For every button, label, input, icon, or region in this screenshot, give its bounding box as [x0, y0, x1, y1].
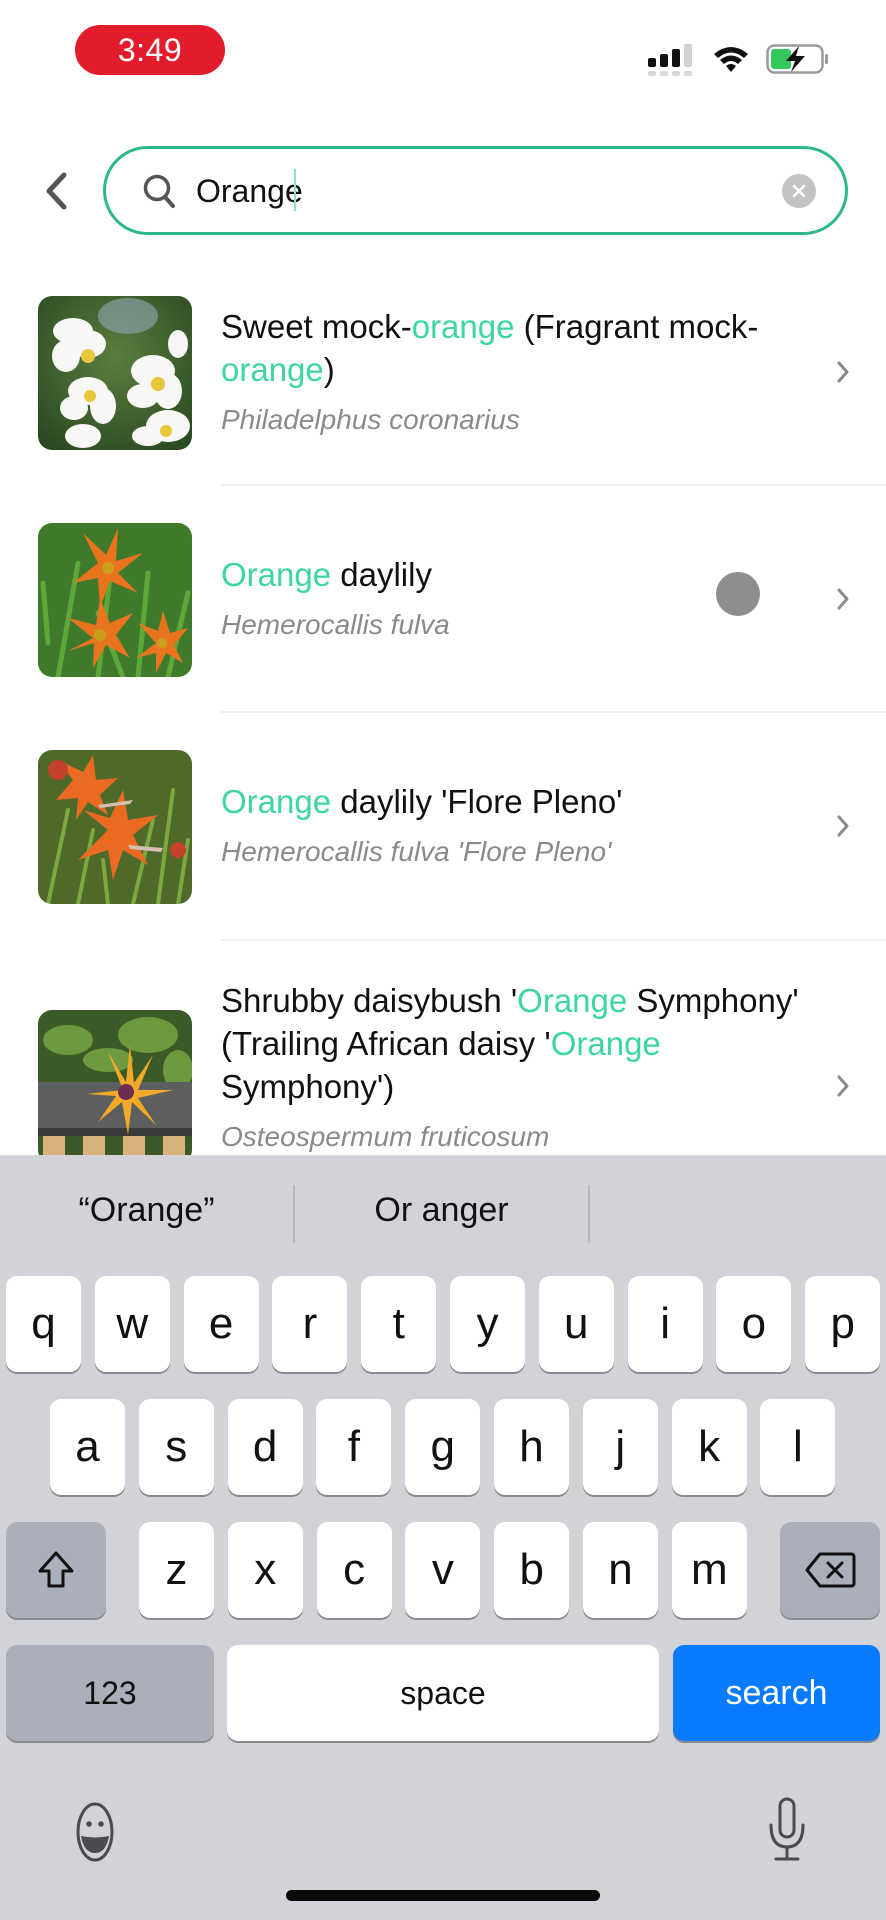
result-texts: Orange daylily 'Flore Pleno' Hemerocalli…: [221, 780, 811, 871]
key-c[interactable]: c: [316, 1522, 392, 1618]
row-divider: [221, 711, 886, 713]
key-w[interactable]: w: [94, 1276, 170, 1372]
common-name: Shrubby daisybush 'Orange Symphony' (Tra…: [221, 979, 811, 1108]
battery-charging-icon: [766, 44, 828, 74]
title-match-highlight: Orange: [221, 783, 332, 820]
chevron-right-icon: [837, 588, 849, 610]
wifi-icon: [714, 47, 748, 72]
microphone-icon[interactable]: [762, 1795, 812, 1867]
keyboard: “Orange” Or anger qwertyuiop asdfghjkl zxc…: [0, 1155, 886, 1920]
title-part: Symphony'): [221, 1068, 395, 1105]
title-part: Sweet mock-: [221, 308, 412, 345]
cellular-signal-icon: [648, 44, 692, 76]
status-time: 3:49: [75, 25, 225, 75]
scientific-name: Philadelphus coronarius: [221, 404, 520, 435]
title-match-highlight: Orange: [517, 982, 628, 1019]
title-part: daylily: [331, 556, 432, 593]
title-part: ): [323, 351, 335, 388]
shift-key[interactable]: [6, 1522, 106, 1618]
result-texts: Sweet mock-orange (Fragrant mock-orange)…: [221, 305, 811, 439]
key-z[interactable]: z: [139, 1522, 214, 1618]
key-o[interactable]: o: [716, 1276, 792, 1372]
suggestion-correction[interactable]: Or anger: [295, 1155, 588, 1265]
plant-thumbnail: [38, 523, 192, 677]
title-part: (Fragrant mock-: [514, 308, 759, 345]
title-match-highlight: Orange: [550, 1025, 661, 1062]
key-b[interactable]: b: [494, 1522, 570, 1618]
key-a[interactable]: a: [50, 1399, 125, 1495]
key-m[interactable]: m: [671, 1522, 747, 1618]
key-q[interactable]: q: [6, 1276, 81, 1372]
common-name: Sweet mock-orange (Fragrant mock-orange): [221, 305, 811, 391]
title-part: Shrubby daisybush ': [221, 982, 518, 1019]
row-divider: [221, 939, 886, 941]
search-input[interactable]: [196, 165, 736, 217]
title-match-highlight: orange: [411, 308, 515, 345]
key-n[interactable]: n: [583, 1522, 658, 1618]
scientific-name: Osteospermum fruticosum: [221, 1121, 550, 1152]
plant-thumbnail: [38, 1010, 192, 1164]
text-caret: [294, 169, 296, 211]
scientific-name: Hemerocallis fulva: [221, 609, 450, 640]
title-match-highlight: Orange: [221, 556, 332, 593]
key-d[interactable]: d: [227, 1399, 303, 1495]
chevron-right-icon: [837, 815, 849, 837]
backspace-icon: [805, 1552, 856, 1588]
home-indicator[interactable]: [286, 1890, 600, 1901]
scientific-name: Hemerocallis fulva 'Flore Pleno': [221, 836, 612, 867]
numbers-key[interactable]: 123: [6, 1645, 214, 1741]
space-key[interactable]: space: [227, 1645, 659, 1741]
key-g[interactable]: g: [405, 1399, 481, 1495]
key-x[interactable]: x: [227, 1522, 303, 1618]
key-t[interactable]: t: [361, 1276, 437, 1372]
key-u[interactable]: u: [538, 1276, 614, 1372]
back-button[interactable]: [36, 166, 76, 216]
key-k[interactable]: k: [671, 1399, 747, 1495]
key-f[interactable]: f: [316, 1399, 392, 1495]
search-icon: [143, 174, 175, 208]
key-y[interactable]: y: [450, 1276, 525, 1372]
suggestion-empty[interactable]: [590, 1155, 886, 1265]
plant-thumbnail: [38, 750, 192, 904]
key-r[interactable]: r: [272, 1276, 348, 1372]
suggestion-literal[interactable]: “Orange”: [0, 1155, 293, 1265]
shift-icon: [38, 1551, 74, 1588]
chevron-right-icon: [837, 361, 849, 383]
search-key[interactable]: search: [673, 1645, 880, 1741]
emoji-icon[interactable]: [62, 1799, 128, 1865]
chevron-left-icon: [46, 172, 67, 210]
title-part: daylily 'Flore Pleno': [331, 783, 623, 820]
key-l[interactable]: l: [760, 1399, 836, 1495]
key-s[interactable]: s: [138, 1399, 214, 1495]
key-e[interactable]: e: [183, 1276, 259, 1372]
row-divider: [221, 484, 886, 486]
clear-search-button[interactable]: [782, 174, 816, 208]
common-name: Orange daylily 'Flore Pleno': [221, 780, 811, 823]
touch-indicator: [716, 572, 760, 616]
key-v[interactable]: v: [405, 1522, 481, 1618]
title-match-highlight: orange: [221, 351, 324, 388]
clear-circle-icon: [792, 184, 806, 198]
search-field[interactable]: [103, 146, 848, 235]
key-i[interactable]: i: [627, 1276, 703, 1372]
plant-thumbnail: [38, 296, 192, 450]
result-texts: Shrubby daisybush 'Orange Symphony' (Tra…: [221, 979, 811, 1156]
key-h[interactable]: h: [494, 1399, 569, 1495]
key-j[interactable]: j: [582, 1399, 658, 1495]
key-p[interactable]: p: [805, 1276, 881, 1372]
backspace-key[interactable]: [780, 1522, 880, 1618]
chevron-right-icon: [837, 1075, 849, 1097]
